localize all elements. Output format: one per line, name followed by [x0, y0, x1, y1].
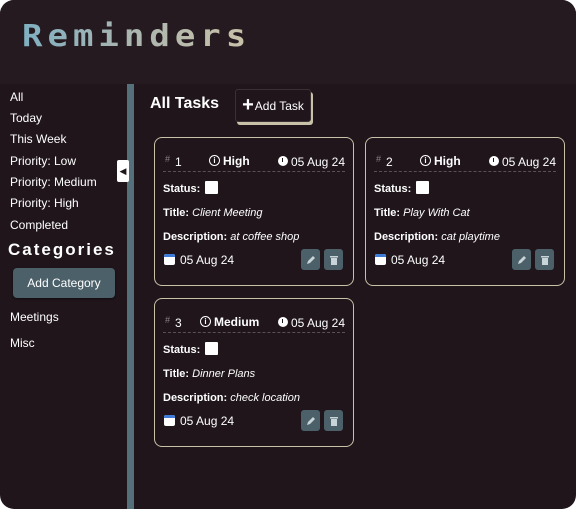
task-title: Client Meeting: [192, 207, 263, 219]
add-task-label: Add Task: [254, 98, 304, 113]
task-priority: High: [434, 154, 461, 168]
info-icon: i: [209, 155, 220, 166]
calendar-icon: [375, 254, 386, 265]
task-card-header: # 1 i High 05 Aug 24: [163, 148, 345, 172]
task-description: cat playtime: [441, 231, 500, 243]
add-category-button[interactable]: Add Category: [13, 268, 115, 298]
title-label: Title:: [163, 207, 190, 219]
status-checkbox[interactable]: [205, 342, 218, 355]
delete-task-button[interactable]: [324, 410, 343, 431]
task-description-row: Description: cat playtime: [374, 231, 500, 243]
plus-icon: +: [242, 93, 254, 116]
status-label: Status:: [374, 183, 412, 195]
trash-icon: [329, 416, 338, 426]
header: Reminders: [0, 0, 576, 84]
task-card: # 2 i High 05 Aug 24 Status: Title: Play…: [365, 137, 565, 286]
app-title: Reminders: [22, 18, 252, 54]
clock-icon: [278, 317, 288, 327]
status-checkbox[interactable]: [416, 181, 429, 194]
filter-priority-high[interactable]: Priority: High: [10, 195, 79, 211]
filter-today[interactable]: Today: [10, 110, 42, 126]
hash-icon: #: [376, 154, 382, 164]
edit-task-button[interactable]: [512, 249, 531, 270]
filter-all[interactable]: All: [10, 89, 23, 105]
category-meetings[interactable]: Meetings: [10, 309, 59, 325]
category-misc[interactable]: Misc: [10, 335, 35, 351]
collapse-sidebar-button[interactable]: ◀: [117, 160, 129, 182]
calendar-icon: [164, 254, 175, 265]
task-title: Play With Cat: [403, 207, 470, 219]
status-label: Status:: [163, 344, 201, 356]
task-number: 2: [386, 155, 393, 169]
sidebar: All Today This Week Priority: Low Priori…: [0, 84, 127, 509]
clock-icon: [489, 156, 499, 166]
trash-icon: [540, 255, 549, 265]
status-checkbox[interactable]: [205, 181, 218, 194]
add-task-button[interactable]: + Add Task: [235, 89, 311, 122]
filter-completed[interactable]: Completed: [10, 217, 68, 233]
task-card: # 1 i High 05 Aug 24 Status: Title: Clie…: [154, 137, 354, 286]
task-title: Dinner Plans: [192, 368, 256, 380]
task-priority: High: [223, 154, 250, 168]
description-label: Description:: [163, 231, 228, 243]
task-number: 1: [175, 155, 182, 169]
title-label: Title:: [374, 207, 401, 219]
task-due-date: 05 Aug 24: [290, 155, 345, 169]
hash-icon: #: [165, 154, 171, 164]
task-card: # 3 i Medium 05 Aug 24 Status: Title: Di…: [154, 298, 354, 447]
pencil-icon: [306, 416, 315, 425]
task-created-date: 05 Aug 24: [180, 253, 235, 267]
filter-priority-medium[interactable]: Priority: Medium: [10, 174, 97, 190]
app-window: Reminders All Today This Week Priority: …: [0, 0, 576, 509]
task-due-date: 05 Aug 24: [290, 316, 345, 330]
task-description: at coffee shop: [230, 231, 300, 243]
task-number: 3: [175, 316, 182, 330]
description-label: Description:: [374, 231, 439, 243]
task-title-row: Title: Dinner Plans: [163, 368, 255, 380]
categories-heading: Categories: [8, 240, 116, 259]
calendar-icon: [164, 415, 175, 426]
task-created-date: 05 Aug 24: [391, 253, 446, 267]
description-label: Description:: [163, 392, 228, 404]
task-title-row: Title: Play With Cat: [374, 207, 470, 219]
edit-task-button[interactable]: [301, 410, 320, 431]
task-description-row: Description: check location: [163, 392, 300, 404]
status-label: Status:: [163, 183, 201, 195]
task-description: check location: [230, 392, 300, 404]
task-title-row: Title: Client Meeting: [163, 207, 262, 219]
delete-task-button[interactable]: [535, 249, 554, 270]
delete-task-button[interactable]: [324, 249, 343, 270]
filter-priority-low[interactable]: Priority: Low: [10, 153, 76, 169]
clock-icon: [278, 156, 288, 166]
hash-icon: #: [165, 315, 171, 325]
page-title: All Tasks: [150, 95, 220, 112]
task-description-row: Description: at coffee shop: [163, 231, 299, 243]
task-due-date: 05 Aug 24: [501, 155, 556, 169]
info-icon: i: [200, 316, 211, 327]
info-icon: i: [420, 155, 431, 166]
task-created-date: 05 Aug 24: [180, 414, 235, 428]
pencil-icon: [306, 255, 315, 264]
filter-this-week[interactable]: This Week: [10, 131, 66, 147]
sidebar-divider: [127, 84, 134, 509]
task-card-header: # 2 i High 05 Aug 24: [374, 148, 556, 172]
trash-icon: [329, 255, 338, 265]
title-label: Title:: [163, 368, 190, 380]
pencil-icon: [517, 255, 526, 264]
edit-task-button[interactable]: [301, 249, 320, 270]
task-card-header: # 3 i Medium 05 Aug 24: [163, 309, 345, 333]
task-priority: Medium: [214, 315, 260, 329]
